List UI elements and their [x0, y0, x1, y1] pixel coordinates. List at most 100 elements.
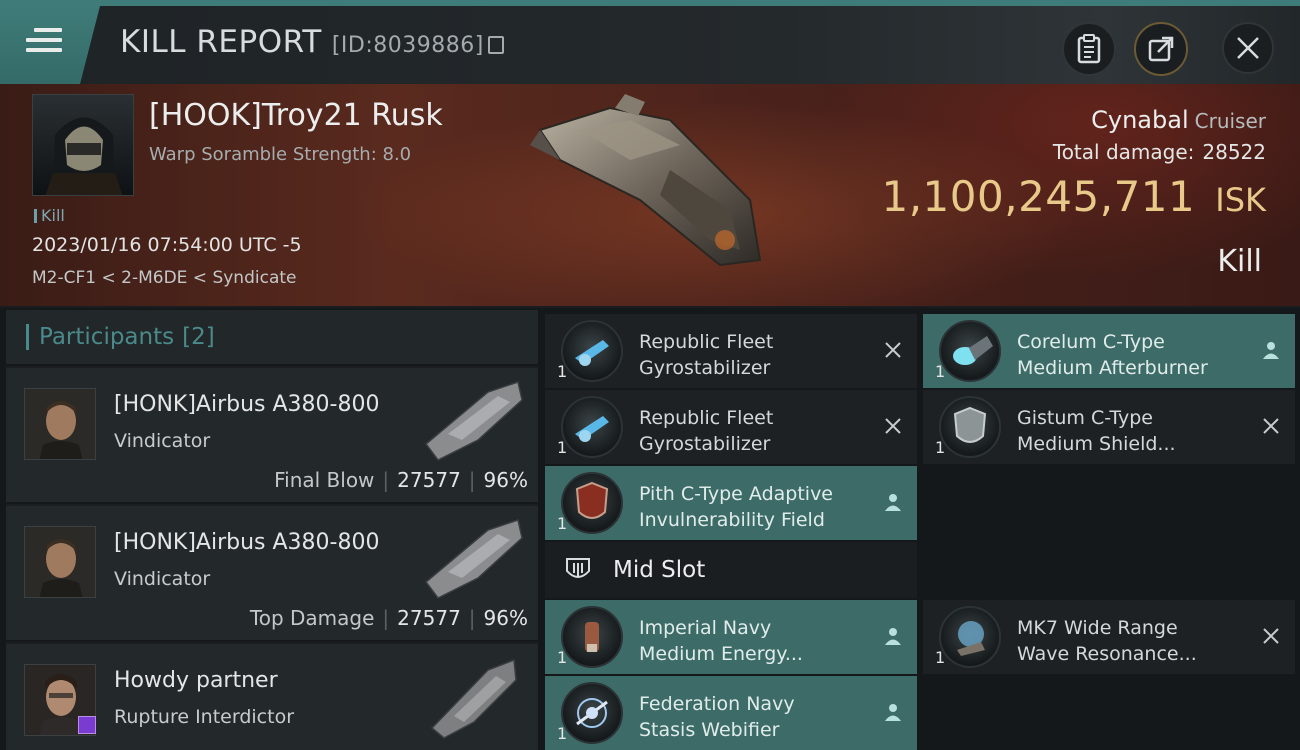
module-name: Pith C-Type Adaptive Invulnerability Fie… — [639, 481, 869, 533]
module-quantity: 1 — [557, 724, 568, 743]
mid-slot-header: Mid Slot — [545, 542, 917, 598]
dropped-pilot-icon — [1263, 342, 1279, 359]
victim-ship-class: Cruiser — [1194, 109, 1266, 133]
total-damage-value: 28522 — [1202, 140, 1266, 164]
kill-result: Kill — [1217, 244, 1262, 279]
participant-name[interactable]: [HONK]Airbus A380-800 — [114, 392, 379, 417]
mid-slot-icon — [566, 558, 590, 578]
module-item[interactable]: 1 Republic Fleet Gyrostabilizer — [545, 390, 917, 464]
module-name: Federation Navy Stasis Webifier — [639, 691, 869, 743]
dropped-pilot-icon — [885, 494, 901, 511]
participant-name[interactable]: Howdy partner — [114, 668, 278, 693]
isk-value: 1,100,245,711 ISK — [881, 172, 1266, 221]
participant-ship-image — [424, 519, 523, 599]
close-icon — [1237, 37, 1259, 59]
participant-row[interactable]: Howdy partner Rupture Interdictor — [6, 644, 538, 750]
dropped-pilot-icon — [885, 628, 901, 645]
gyrostabilizer-icon — [561, 396, 623, 458]
module-name-line2: Gyrostabilizer — [639, 433, 771, 455]
victim-ship-image[interactable] — [520, 90, 780, 280]
scrambler-icon — [939, 606, 1001, 668]
module-name-line1: MK7 Wide Range — [1017, 617, 1178, 639]
participant-ship: Vindicator — [114, 430, 211, 452]
module-quantity: 1 — [935, 438, 946, 457]
victim-portrait[interactable] — [32, 94, 134, 196]
module-name-line2: Medium Energy... — [639, 643, 803, 665]
destroyed-icon — [885, 342, 901, 358]
participant-avatar[interactable] — [24, 526, 96, 598]
module-item[interactable]: 1 Gistum C-Type Medium Shield... — [923, 390, 1295, 464]
module-quantity: 1 — [935, 362, 946, 381]
module-item[interactable]: 1 Pith C-Type Adaptive Invulnerability F… — [545, 466, 917, 540]
participant-percent: 96% — [483, 606, 528, 630]
menu-icon — [26, 28, 62, 58]
kill-tag: Kill — [34, 206, 65, 225]
energy-neutralizer-icon — [561, 606, 623, 668]
top-bar: KILL REPORT [ID:8039886] — [0, 0, 1300, 84]
module-quantity: 1 — [557, 362, 568, 381]
module-item[interactable]: 1 Republic Fleet Gyrostabilizer — [545, 314, 917, 388]
participant-row[interactable]: [HONK]Airbus A380-800 Vindicator Final B… — [6, 368, 538, 504]
participants-title: Participants — [39, 324, 175, 350]
participant-stats: Top Damage | 27577 | 96% — [249, 606, 528, 630]
page-title-text: KILL REPORT — [120, 24, 322, 60]
warp-scramble-strength: Warp Soramble Strength: 8.0 — [149, 144, 412, 165]
participant-ship: Vindicator — [114, 568, 211, 590]
participant-ship: Rupture Interdictor — [114, 706, 294, 728]
module-name-line2: Wave Resonance... — [1017, 643, 1197, 665]
participants-panel: Participants [2] [HONK]Airbus A380-800 V… — [6, 310, 538, 750]
participant-ship-image — [424, 381, 523, 461]
victim-panel: [HOOK]Troy21 Rusk Warp Soramble Strength… — [0, 84, 1300, 308]
module-item[interactable]: 1 Corelum C-Type Medium Afterburner — [923, 314, 1295, 388]
share-button[interactable] — [1134, 22, 1188, 76]
shield-extender-icon — [939, 396, 1001, 458]
module-item[interactable]: 1 Federation Navy Stasis Webifier — [545, 676, 917, 750]
module-name-line1: Gistum C-Type — [1017, 407, 1153, 429]
module-item[interactable]: 1 MK7 Wide Range Wave Resonance... — [923, 600, 1295, 674]
participant-avatar[interactable] — [24, 388, 96, 460]
kill-location[interactable]: M2-CF1 < 2-M6DE < Syndicate — [32, 268, 296, 288]
victim-ship: Cynabal Cruiser — [1091, 106, 1266, 134]
kill-timestamp: 2023/01/16 07:54:00 UTC -5 — [32, 234, 302, 256]
module-name-line2: Stasis Webifier — [639, 719, 780, 741]
victim-ship-name[interactable]: Cynabal — [1091, 106, 1189, 134]
participant-name[interactable]: [HONK]Airbus A380-800 — [114, 530, 379, 555]
module-name: Corelum C-Type Medium Afterburner — [1017, 329, 1247, 381]
module-quantity: 1 — [935, 648, 946, 667]
report-id: [ID:8039886] — [331, 33, 484, 58]
module-name: MK7 Wide Range Wave Resonance... — [1017, 615, 1247, 667]
dropped-pilot-icon — [885, 704, 901, 721]
module-name-line1: Imperial Navy — [639, 617, 772, 639]
module-quantity: 1 — [557, 438, 568, 457]
destroyed-icon — [1263, 418, 1279, 434]
participant-role: Top Damage — [249, 606, 375, 630]
participant-percent: 96% — [483, 468, 528, 492]
module-name-line2: Medium Shield... — [1017, 433, 1176, 455]
participant-damage: 27577 — [397, 606, 461, 630]
pilot-portrait-image — [25, 527, 95, 597]
participant-stats: Final Blow | 27577 | 96% — [274, 468, 528, 492]
hooded-pilot-image — [45, 117, 123, 195]
share-icon — [1148, 36, 1174, 62]
module-name-line2: Gyrostabilizer — [639, 357, 771, 379]
participant-ship-image — [430, 658, 517, 739]
participant-role: Final Blow — [274, 468, 375, 492]
destroyed-icon — [1263, 628, 1279, 644]
victim-name[interactable]: [HOOK]Troy21 Rusk — [149, 98, 443, 133]
menu-button[interactable] — [0, 6, 100, 84]
participant-row[interactable]: [HONK]Airbus A380-800 Vindicator Top Dam… — [6, 506, 538, 642]
stasis-webifier-icon — [561, 682, 623, 744]
afterburner-icon — [939, 320, 1001, 382]
module-quantity: 1 — [557, 648, 568, 667]
pilot-portrait-image — [25, 389, 95, 459]
total-damage-label: Total damage: — [1052, 140, 1195, 164]
module-name: Gistum C-Type Medium Shield... — [1017, 405, 1247, 457]
mid-slot-label: Mid Slot — [613, 557, 706, 583]
close-button[interactable] — [1222, 22, 1274, 74]
clipboard-button[interactable] — [1062, 22, 1116, 76]
fitting-modules: 1 Republic Fleet Gyrostabilizer 1 Corelu… — [545, 310, 1300, 750]
module-item[interactable]: 1 Imperial Navy Medium Energy... — [545, 600, 917, 674]
participants-count: [2] — [182, 324, 215, 350]
module-name-line2: Invulnerability Field — [639, 509, 825, 531]
copy-icon[interactable] — [487, 36, 504, 54]
